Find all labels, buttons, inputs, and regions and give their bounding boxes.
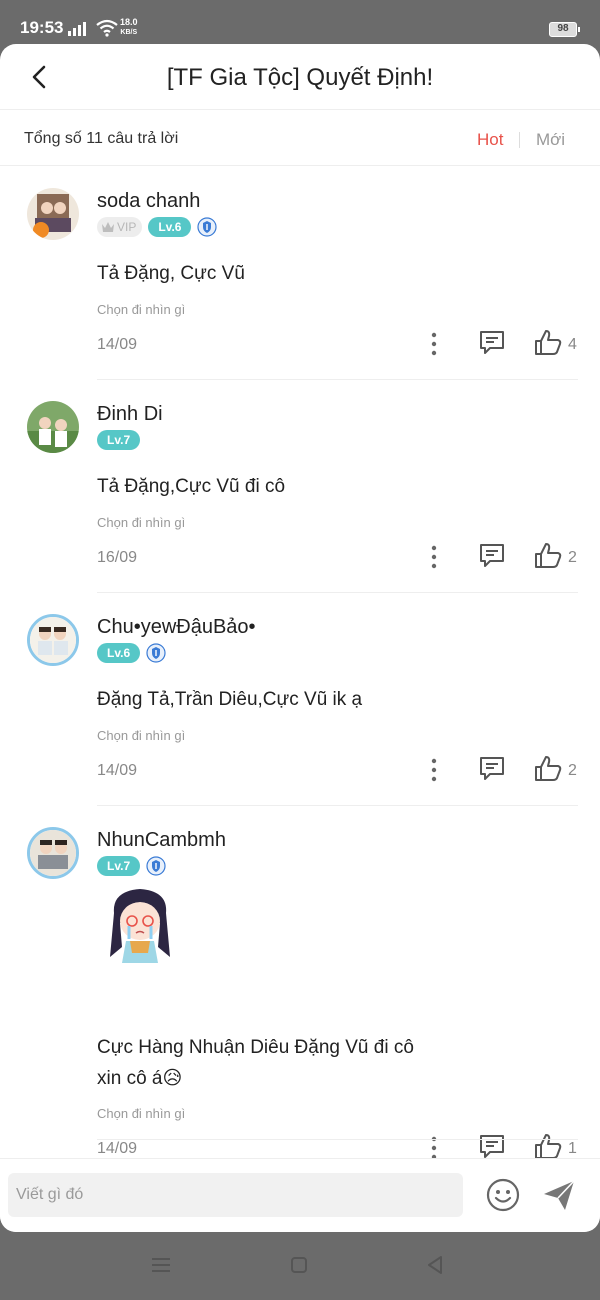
comment-composer xyxy=(0,1158,600,1232)
recents-menu-icon[interactable] xyxy=(150,1256,172,1274)
comment-text: Cực Hàng Nhuận Diêu Đặng Vũ đi cô xin cô… xyxy=(97,1032,477,1094)
divider xyxy=(97,379,578,380)
avatar[interactable] xyxy=(27,401,79,453)
comment-icon[interactable] xyxy=(477,541,507,571)
divider xyxy=(97,1139,578,1140)
page-title: [TF Gia Tộc] Quyết Định! xyxy=(166,64,434,91)
shield-icon xyxy=(146,643,166,663)
avatar[interactable] xyxy=(27,188,79,240)
status-time: 19:53 xyxy=(20,18,64,37)
username[interactable]: NhunCambmh xyxy=(97,829,226,852)
thumbs-up-icon[interactable] xyxy=(533,541,563,571)
crying-girl-sticker xyxy=(110,889,170,963)
sort-bar: Tổng số 11 câu trả lời Hot Mới xyxy=(0,110,600,166)
user-badges: Lv.7 xyxy=(97,430,141,450)
avatar[interactable] xyxy=(27,827,79,879)
user-badges: Lv.6 xyxy=(97,643,166,663)
like-count: 4 xyxy=(568,336,577,353)
username[interactable]: Đinh Di xyxy=(97,403,163,426)
smiley-icon[interactable] xyxy=(485,1177,521,1213)
more-vertical-icon[interactable] xyxy=(424,330,444,358)
back-triangle-icon[interactable] xyxy=(426,1255,444,1275)
shield-icon xyxy=(146,856,166,876)
home-square-icon[interactable] xyxy=(290,1256,308,1274)
header: [TF Gia Tộc] Quyết Định! xyxy=(0,44,600,110)
sort-divider xyxy=(519,132,520,148)
signal-icon xyxy=(68,20,90,36)
system-nav-bar xyxy=(0,1232,600,1300)
vip-badge: VIP xyxy=(97,217,143,237)
comment-text-line: Cực Hàng Nhuận Diêu Đặng Vũ đi cô xyxy=(97,1037,414,1058)
username[interactable]: soda chanh xyxy=(97,190,200,213)
divider xyxy=(97,805,578,806)
comments-sheet: [TF Gia Tộc] Quyết Định! Tổng số 11 câu … xyxy=(0,44,600,1232)
like-count: 2 xyxy=(568,762,577,779)
status-bar: 19:53 18.0 KB/S 98 xyxy=(0,0,600,44)
level-badge: Lv.7 xyxy=(97,430,141,450)
send-icon[interactable] xyxy=(541,1177,577,1213)
divider xyxy=(97,592,578,593)
crown-icon xyxy=(102,222,114,232)
comment-text-line: xin cô á😥 xyxy=(97,1068,183,1089)
comment-text: Tả Đặng,Cực Vũ đi cô xyxy=(97,476,286,497)
comment-date: 14/09 xyxy=(97,336,138,353)
battery-indicator: 98 xyxy=(549,22,580,37)
comment-input[interactable] xyxy=(8,1173,463,1217)
vip-label: VIP xyxy=(117,220,137,234)
comment-subtext: Chọn đi nhìn gì xyxy=(97,515,186,530)
total-count: Tổng số 11 câu trả lời xyxy=(24,130,179,147)
thumbs-up-icon[interactable] xyxy=(533,328,563,358)
comment-item: soda chanh VIP Lv.6 Tả Đặng, Cực Vũ Chọn… xyxy=(0,188,600,380)
comment-subtext: Chọn đi nhìn gì xyxy=(97,302,186,317)
like-count: 1 xyxy=(568,1140,577,1157)
like-count: 2 xyxy=(568,549,577,566)
more-vertical-icon[interactable] xyxy=(424,543,444,571)
comment-date: 14/09 xyxy=(97,1140,138,1157)
user-badges: Lv.7 xyxy=(97,856,166,876)
comment-icon[interactable] xyxy=(477,754,507,784)
net-speed: 18.0 KB/S xyxy=(120,18,138,37)
avatar[interactable] xyxy=(27,614,79,666)
comment-item: Chu•yewĐậuBảo• Lv.6 Đặng Tả,Trần Diêu,Cự… xyxy=(0,614,600,806)
net-speed-value: 18.0 xyxy=(120,17,138,27)
net-speed-unit: KB/S xyxy=(120,29,138,36)
comment-subtext: Chọn đi nhìn gì xyxy=(97,1106,186,1121)
level-badge: Lv.6 xyxy=(97,643,141,663)
comment-text: Tả Đặng, Cực Vũ xyxy=(97,263,245,284)
comment-date: 16/09 xyxy=(97,549,138,566)
comment-item: Đinh Di Lv.7 Tả Đặng,Cực Vũ đi cô Chọn đ… xyxy=(0,401,600,593)
user-badges: VIP Lv.6 xyxy=(97,217,218,237)
sort-hot-tab[interactable]: Hot xyxy=(477,130,503,150)
more-vertical-icon[interactable] xyxy=(424,756,444,784)
sort-new-tab[interactable]: Mới xyxy=(536,130,565,150)
comment-subtext: Chọn đi nhìn gì xyxy=(97,728,186,743)
username[interactable]: Chu•yewĐậuBảo• xyxy=(97,616,256,639)
comment-date: 14/09 xyxy=(97,762,138,779)
comment-icon[interactable] xyxy=(477,328,507,358)
shield-icon xyxy=(197,217,218,237)
thumbs-up-icon[interactable] xyxy=(533,754,563,784)
comment-item: NhunCambmh Lv.7 Cực Hàng Nhuận Diêu Đặng… xyxy=(0,827,600,1160)
level-badge: Lv.7 xyxy=(97,856,141,876)
wifi-icon xyxy=(96,19,118,37)
level-badge: Lv.6 xyxy=(148,217,192,237)
comment-text: Đặng Tả,Trần Diêu,Cực Vũ ik ạ xyxy=(97,689,363,710)
